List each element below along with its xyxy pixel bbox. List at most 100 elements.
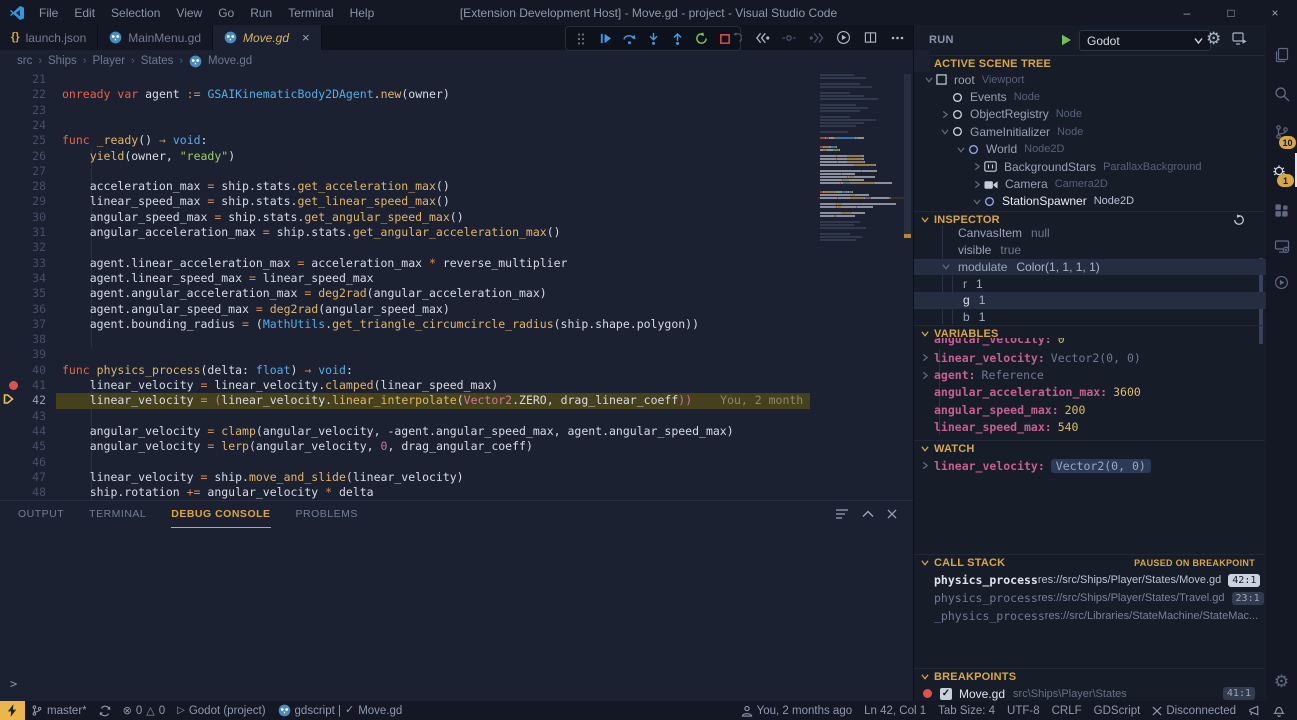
panel-tab-debug-console[interactable]: DEBUG CONSOLE: [171, 501, 270, 528]
status-debug-target[interactable]: ▷Godot (project): [171, 701, 271, 720]
step-out-button[interactable]: [666, 28, 688, 49]
line-number[interactable]: 24: [0, 118, 46, 133]
code-line[interactable]: 24: [0, 118, 913, 133]
line-number[interactable]: 44: [0, 424, 46, 439]
panel-tab-terminal[interactable]: TERMINAL: [89, 501, 146, 527]
panel-tab-output[interactable]: OUTPUT: [18, 501, 64, 527]
reverse-continue-button[interactable]: [779, 27, 799, 48]
section-active-scene-tree[interactable]: ACTIVE SCENE TREE: [914, 55, 1265, 71]
line-number[interactable]: 45: [0, 439, 46, 454]
status-git-branch[interactable]: master*: [25, 701, 93, 720]
tab-launch-json[interactable]: {}launch.json: [0, 25, 98, 50]
chevron-expanded-icon[interactable]: [970, 197, 984, 206]
split-editor-button[interactable]: [860, 27, 880, 48]
debug-console-input[interactable]: >: [10, 677, 17, 691]
line-number[interactable]: 21: [0, 72, 46, 87]
variable-row[interactable]: linear_velocity:Vector2(0, 0): [914, 349, 1285, 366]
status-notifications[interactable]: [1267, 701, 1291, 720]
breadcrumb-file[interactable]: Move.gd: [208, 55, 252, 67]
code-line[interactable]: 37 agent.bounding_radius = (MathUtils.ge…: [0, 317, 913, 332]
status-godot-language-status[interactable]: gdscript |✓Move.gd: [272, 701, 409, 720]
breakpoint-checkbox[interactable]: ✓: [940, 688, 952, 700]
line-number[interactable]: 25: [0, 133, 46, 148]
close-panel-icon[interactable]: [887, 509, 897, 519]
inspector-row-modulate[interactable]: modulateColor(1, 1, 1, 1): [914, 259, 1297, 276]
variable-row[interactable]: agent:Reference: [914, 366, 1285, 383]
code-line[interactable]: 29 linear_speed_max = ship.stats.get_lin…: [0, 194, 913, 209]
line-number[interactable]: 30: [0, 210, 46, 225]
inspector-row-r[interactable]: r1: [914, 276, 1297, 293]
chevron-collapsed-icon[interactable]: [921, 371, 929, 380]
scene-tree-item-gameinitializer[interactable]: GameInitializerNode: [914, 123, 1289, 140]
call-stack-frame[interactable]: physics_processres://src/Ships/Player/St…: [914, 571, 1265, 589]
launch-config-select[interactable]: Godot: [1079, 30, 1211, 51]
breadcrumb-item[interactable]: src: [17, 55, 32, 67]
line-number[interactable]: 48: [0, 485, 46, 500]
tab-move-gd[interactable]: Move.gd×: [213, 25, 322, 50]
chevron-collapsed-icon[interactable]: [970, 162, 984, 171]
line-number[interactable]: 33: [0, 256, 46, 271]
line-number[interactable]: 28: [0, 179, 46, 194]
maximize-button[interactable]: □: [1209, 0, 1253, 25]
continue-button[interactable]: [594, 28, 616, 49]
scene-tree-item-world[interactable]: WorldNode2D: [914, 141, 1297, 158]
status-sync[interactable]: [93, 701, 117, 720]
code-line[interactable]: 28 acceleration_max = ship.stats.get_acc…: [0, 179, 913, 194]
code-line[interactable]: 45 angular_velocity = lerp(angular_veloc…: [0, 439, 913, 454]
code-line[interactable]: 44 angular_velocity = clamp(angular_velo…: [0, 424, 913, 439]
code-line[interactable]: 42 linear_velocity = (linear_velocity.li…: [0, 393, 810, 408]
step-over-button[interactable]: [618, 28, 640, 49]
breadcrumb-item[interactable]: Ships: [48, 55, 77, 67]
line-number[interactable]: 41: [0, 378, 46, 393]
scene-tree-item-backgroundstars[interactable]: BackgroundStarsParallaxBackground: [914, 158, 1297, 175]
restart-button[interactable]: [690, 28, 712, 49]
call-stack-frame[interactable]: _physics_processres://src/Libraries/Stat…: [914, 607, 1265, 625]
line-number[interactable]: 23: [0, 103, 46, 118]
chevron-expanded-icon[interactable]: [942, 262, 950, 271]
section-call-stack[interactable]: CALL STACK PAUSED ON BREAKPOINT: [914, 554, 1265, 570]
section-breakpoints[interactable]: BREAKPOINTS: [914, 668, 1265, 684]
scene-tree-item-objectregistry[interactable]: ObjectRegistryNode: [914, 106, 1289, 123]
menu-edit[interactable]: Edit: [66, 0, 103, 25]
minimize-button[interactable]: –: [1165, 0, 1209, 25]
line-number[interactable]: 36: [0, 302, 46, 317]
inspector-row-b[interactable]: b1: [914, 309, 1297, 326]
scene-tree-item-stationspawner[interactable]: StationSpawnerNode2D: [914, 193, 1297, 210]
line-number[interactable]: 27: [0, 164, 46, 179]
line-number[interactable]: 31: [0, 225, 46, 240]
configure-gear-icon[interactable]: ⚙: [1206, 31, 1221, 48]
tab-close-icon[interactable]: ×: [302, 30, 310, 45]
chevron-collapsed-icon[interactable]: [921, 461, 929, 470]
breakpoint-row[interactable]: ✓Move.gdsrc\Ships\Player\States41:1: [914, 685, 1265, 702]
code-line[interactable]: 40func physics_process(delta: float) → v…: [0, 363, 913, 378]
menu-help[interactable]: Help: [342, 0, 383, 25]
menu-go[interactable]: Go: [210, 0, 242, 25]
scene-tree-item-root[interactable]: rootViewport: [914, 71, 1273, 88]
menu-file[interactable]: File: [31, 0, 66, 25]
line-number[interactable]: 39: [0, 347, 46, 362]
drag-handle[interactable]: [570, 28, 592, 49]
line-number[interactable]: 34: [0, 271, 46, 286]
status-language-mode[interactable]: GDScript: [1088, 701, 1147, 720]
code-line[interactable]: 46: [0, 455, 913, 470]
step-forward-button[interactable]: [806, 27, 826, 48]
line-number[interactable]: 35: [0, 286, 46, 301]
activity-run-and-debug[interactable]: 1: [1266, 153, 1297, 187]
remote-indicator[interactable]: [0, 701, 25, 720]
code-line[interactable]: 22onready var agent := GSAIKinematicBody…: [0, 87, 913, 102]
filter-lines-icon[interactable]: [835, 508, 849, 520]
activity-search[interactable]: [1266, 77, 1297, 111]
activity-extensions[interactable]: [1266, 193, 1297, 227]
line-number[interactable]: 22: [0, 87, 46, 102]
code-line[interactable]: 27: [0, 164, 913, 179]
code-line[interactable]: 36 agent.angular_speed_max = deg2rad(ang…: [0, 302, 913, 317]
step-back-button[interactable]: [752, 27, 772, 48]
variable-row[interactable]: angular_velocity:0: [914, 338, 1265, 347]
scene-tree-item-events[interactable]: EventsNode: [914, 88, 1289, 105]
start-debugging-icon[interactable]: [1061, 34, 1072, 46]
code-line[interactable]: 38: [0, 332, 913, 347]
menu-run[interactable]: Run: [242, 0, 280, 25]
activity-explorer[interactable]: [1266, 38, 1297, 72]
call-stack-frame[interactable]: physics_processres://src/Ships/Player/St…: [914, 589, 1265, 607]
menu-terminal[interactable]: Terminal: [280, 0, 341, 25]
